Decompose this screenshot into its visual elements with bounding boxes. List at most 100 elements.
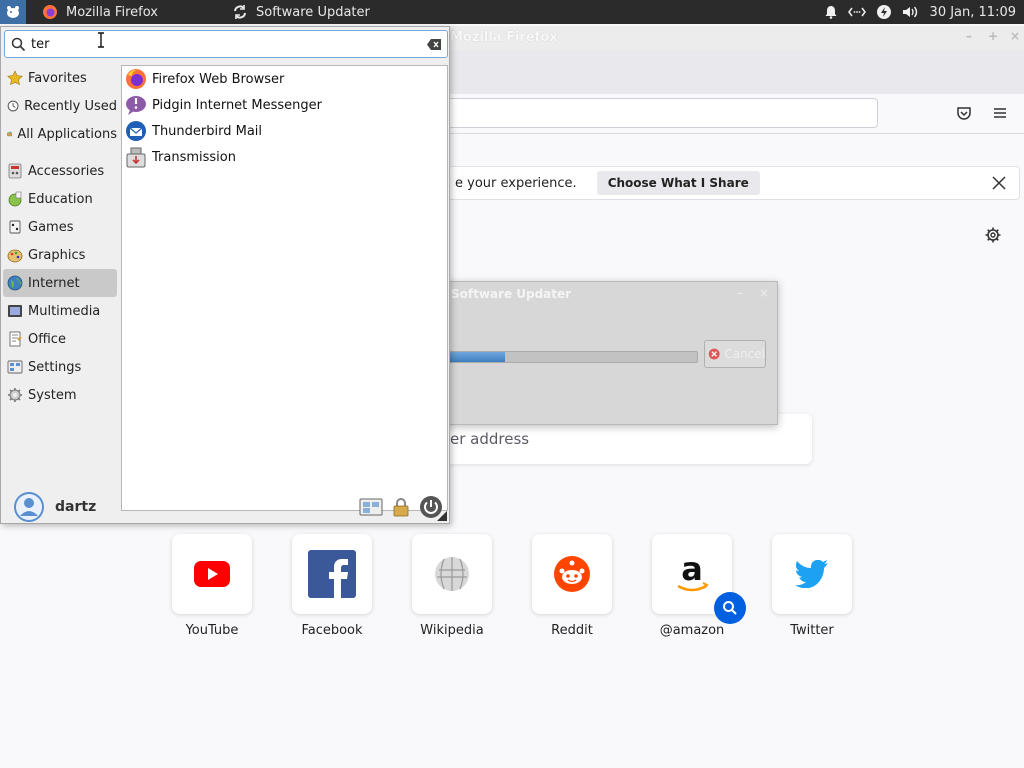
- top-site-reddit[interactable]: Reddit: [532, 534, 612, 638]
- facebook-icon: [308, 550, 356, 598]
- globe-icon: [7, 275, 23, 291]
- site-label: Reddit: [551, 623, 593, 638]
- network-icon[interactable]: [847, 5, 866, 19]
- volume-icon[interactable]: [902, 5, 920, 19]
- firefox-icon: [126, 69, 146, 89]
- education-icon: [8, 191, 22, 207]
- cancel-label: Cancel: [724, 347, 765, 361]
- window-title: Mozilla Firefox: [450, 30, 558, 45]
- hamburger-menu-icon[interactable]: [992, 105, 1008, 121]
- settings-manager-icon[interactable]: [359, 497, 383, 517]
- games-icon: [9, 220, 21, 234]
- close-icon[interactable]: ×: [1010, 29, 1020, 43]
- category-education[interactable]: Education: [3, 185, 117, 213]
- firefox-icon: [43, 5, 57, 19]
- gear-icon[interactable]: [985, 227, 1001, 243]
- search-icon: [11, 37, 26, 52]
- avatar[interactable]: [13, 491, 45, 523]
- pocket-icon[interactable]: [956, 105, 972, 121]
- choose-what-i-share-button[interactable]: Choose What I Share: [596, 171, 760, 195]
- site-label: Facebook: [301, 623, 363, 638]
- xfce-mouse-icon: [7, 6, 19, 18]
- top-site-amazon[interactable]: a @amazon: [652, 534, 746, 638]
- youtube-icon: [194, 561, 230, 587]
- application-list: Firefox Web Browser Pidgin Internet Mess…: [121, 65, 448, 511]
- top-site-wikipedia[interactable]: Wikipedia: [412, 534, 492, 638]
- category-label: Multimedia: [28, 303, 101, 319]
- app-label: Pidgin Internet Messenger: [152, 97, 322, 113]
- category-label: Office: [28, 331, 66, 347]
- category-system[interactable]: System: [3, 381, 117, 409]
- category-label: Internet: [28, 275, 80, 291]
- svg-text:a: a: [681, 554, 703, 588]
- url-bar[interactable]: [440, 98, 878, 128]
- apps-folder-icon: [7, 131, 13, 137]
- clear-search-icon[interactable]: [427, 39, 441, 50]
- top-site-youtube[interactable]: YouTube: [172, 534, 252, 638]
- category-multimedia[interactable]: Multimedia: [3, 297, 117, 325]
- search-shortcut-badge[interactable]: [714, 592, 746, 624]
- close-icon[interactable]: ×: [759, 286, 769, 300]
- progress-fill: [448, 352, 506, 362]
- lock-icon[interactable]: [391, 497, 411, 517]
- thunderbird-icon: [126, 121, 146, 141]
- top-panel: Mozilla Firefox Software Updater 30 Jan,…: [0, 0, 1024, 24]
- top-site-twitter[interactable]: Twitter: [772, 534, 852, 638]
- site-tile[interactable]: [772, 534, 852, 614]
- category-internet[interactable]: Internet: [3, 269, 117, 297]
- clock[interactable]: 30 Jan, 11:09: [930, 5, 1016, 20]
- text-cursor-icon: [98, 32, 104, 48]
- minimize-icon[interactable]: –: [737, 286, 743, 300]
- graphics-icon: [7, 249, 23, 263]
- resize-grip-icon[interactable]: [437, 511, 447, 521]
- category-office[interactable]: Office: [3, 325, 117, 353]
- site-tile[interactable]: [172, 534, 252, 614]
- category-all-applications[interactable]: All Applications: [3, 120, 117, 148]
- site-label: YouTube: [185, 623, 239, 638]
- cancel-button[interactable]: Cancel: [704, 340, 766, 368]
- notification-bell-icon[interactable]: [824, 5, 838, 19]
- category-accessories[interactable]: Accessories: [3, 157, 117, 185]
- category-graphics[interactable]: Graphics: [3, 241, 117, 269]
- site-tile[interactable]: [292, 534, 372, 614]
- search-placeholder: er address: [450, 430, 530, 448]
- site-tile[interactable]: [532, 534, 612, 614]
- category-label: Games: [28, 219, 74, 235]
- site-tile[interactable]: a: [652, 534, 746, 624]
- category-settings[interactable]: Settings: [3, 353, 117, 381]
- site-tile[interactable]: [412, 534, 492, 614]
- wikipedia-icon: [435, 557, 469, 591]
- category-label: Recently Used: [24, 98, 117, 114]
- taskbar-item-firefox[interactable]: Mozilla Firefox: [36, 0, 226, 24]
- app-item-transmission[interactable]: Transmission: [122, 144, 447, 170]
- app-item-firefox[interactable]: Firefox Web Browser: [122, 66, 447, 92]
- taskbar-item-label: Software Updater: [256, 4, 370, 20]
- settings-icon: [7, 360, 23, 374]
- close-icon[interactable]: [991, 175, 1007, 191]
- category-label: Education: [28, 191, 93, 207]
- menu-search-box[interactable]: [4, 30, 448, 58]
- notification-text: e your experience.: [455, 175, 577, 191]
- minimize-icon[interactable]: –: [966, 29, 972, 43]
- app-label: Transmission: [152, 149, 236, 165]
- taskbar-item-software-updater[interactable]: Software Updater: [226, 0, 426, 24]
- cancel-icon: [708, 348, 720, 360]
- amazon-icon: a: [677, 554, 709, 592]
- site-label: Twitter: [790, 623, 834, 638]
- category-label: All Applications: [17, 126, 117, 142]
- app-item-thunderbird[interactable]: Thunderbird Mail: [122, 118, 447, 144]
- app-item-pidgin[interactable]: Pidgin Internet Messenger: [122, 92, 447, 118]
- category-games[interactable]: Games: [3, 213, 117, 241]
- category-list: Favorites Recently Used All Applications…: [3, 64, 117, 409]
- top-site-facebook[interactable]: Facebook: [292, 534, 372, 638]
- category-favorites[interactable]: Favorites: [3, 64, 117, 92]
- menu-search-input[interactable]: [31, 35, 411, 54]
- office-icon: [9, 331, 22, 347]
- power-manager-icon[interactable]: [876, 4, 892, 20]
- category-recently-used[interactable]: Recently Used: [3, 92, 117, 120]
- category-label: Accessories: [28, 163, 105, 179]
- multimedia-icon: [8, 305, 22, 317]
- maximize-icon[interactable]: +: [988, 29, 998, 43]
- clock-icon: [7, 100, 19, 112]
- whisker-menu-button[interactable]: [0, 0, 26, 24]
